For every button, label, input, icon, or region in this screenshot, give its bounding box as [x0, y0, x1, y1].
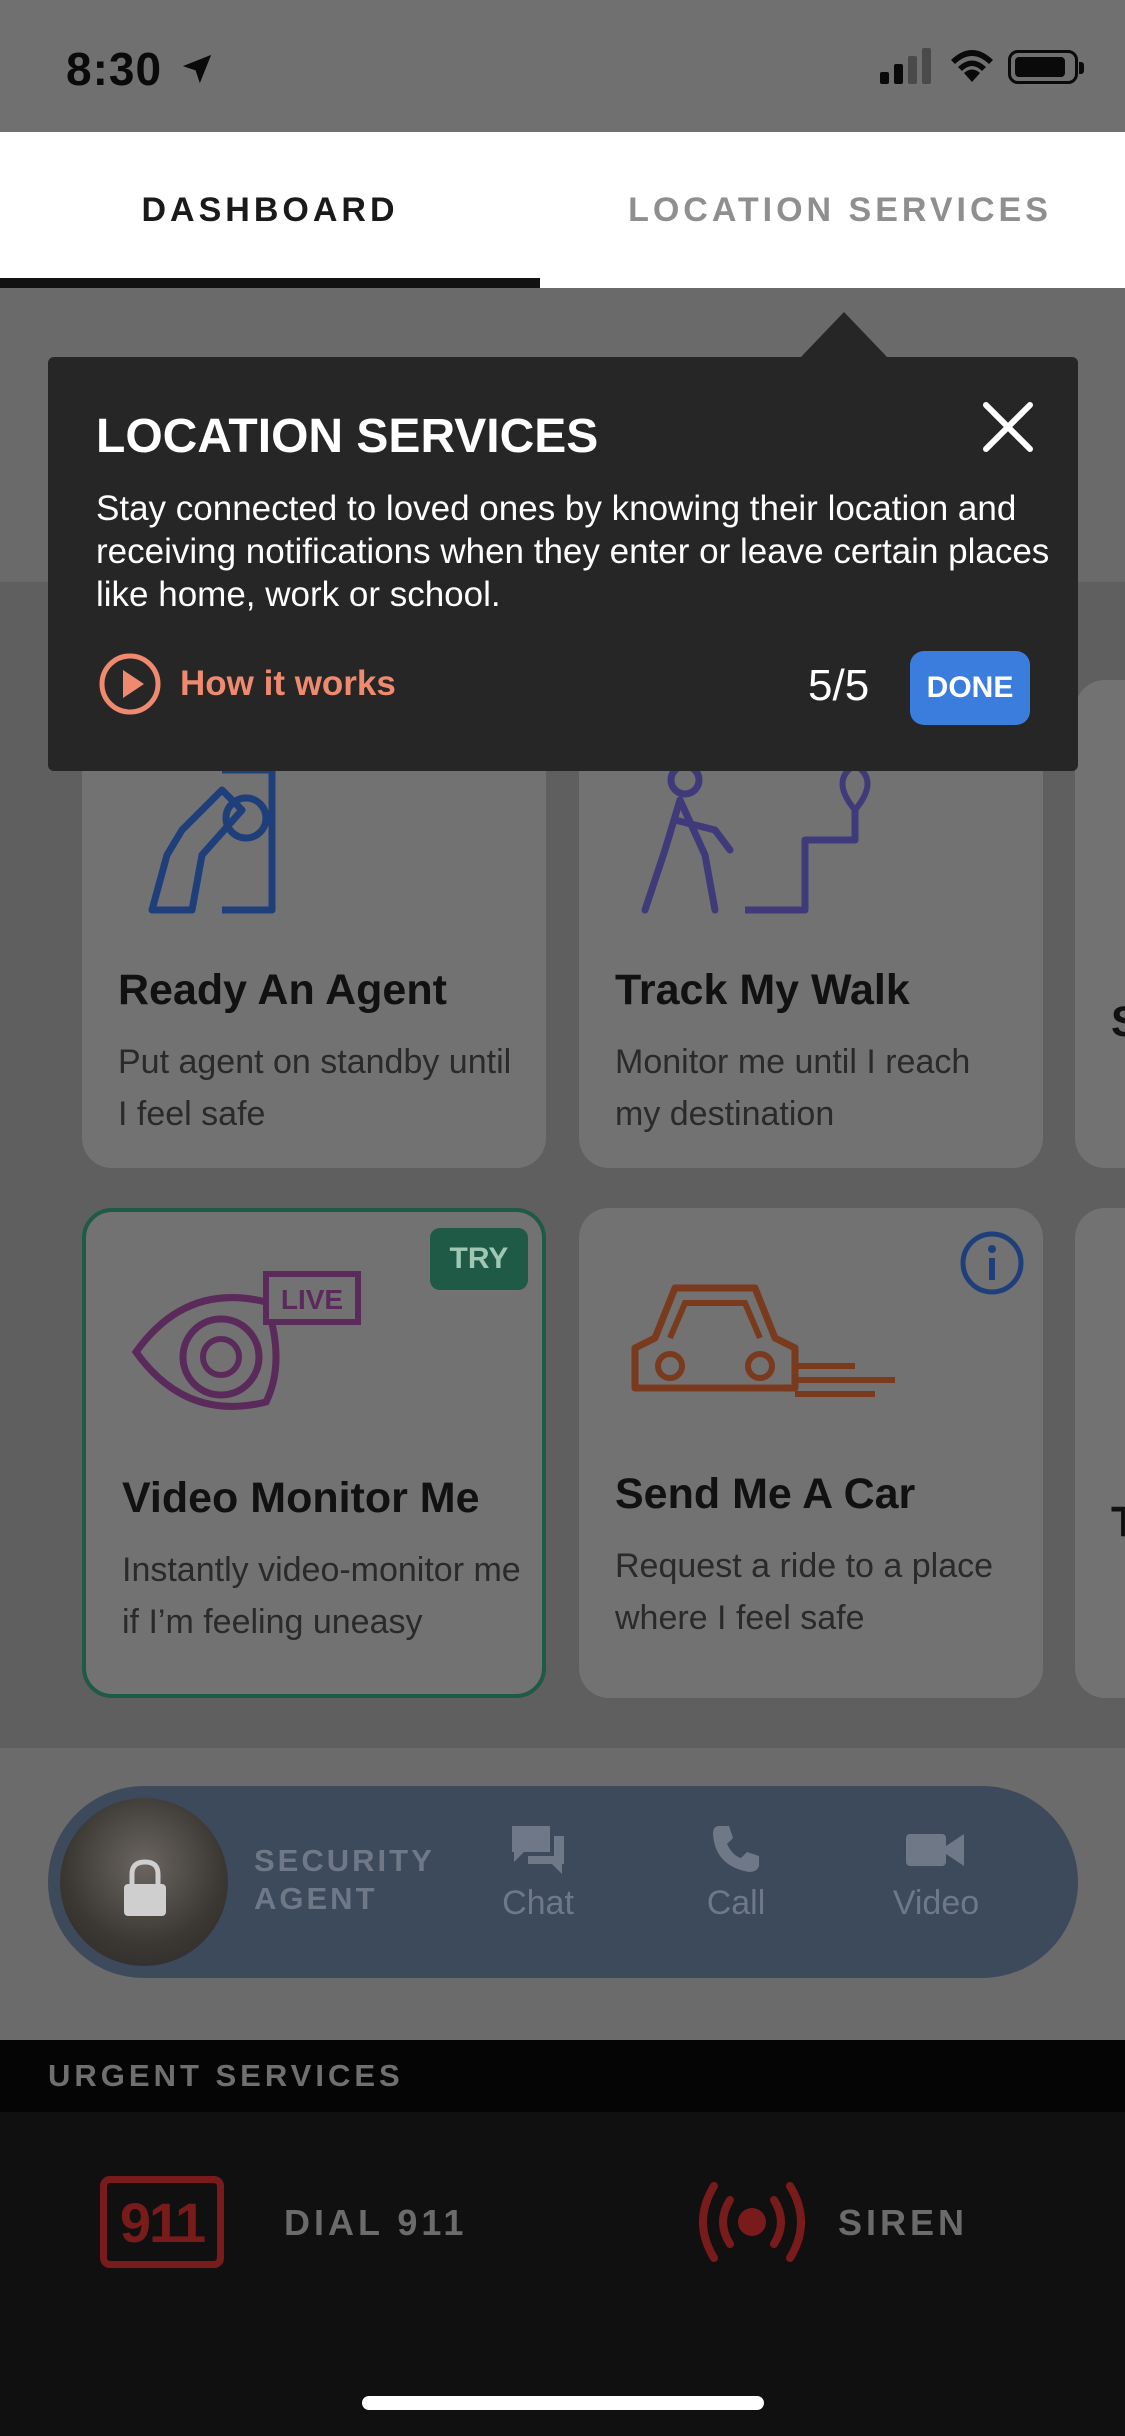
walking-route-icon [641, 761, 871, 914]
card-title: Send Me A Car [615, 1470, 916, 1518]
tooltip-pointer [800, 312, 888, 358]
urgent-services-header: URGENT SERVICES [0, 2040, 1125, 2112]
chat-label: Chat [502, 1884, 574, 1922]
urgent-services-title: URGENT SERVICES [48, 2058, 404, 2093]
tooltip-body: Stay connected to loved ones by knowing … [96, 489, 1050, 614]
location-services-tooltip: LOCATION SERVICES Stay connected to love… [48, 357, 1078, 771]
how-it-works-link[interactable]: How it works [98, 651, 396, 717]
card-partial-next[interactable]: S [1075, 680, 1125, 1168]
phone-icon [713, 1826, 759, 1872]
card-title: Video Monitor Me [122, 1474, 480, 1522]
agent-avatar [60, 1798, 228, 1966]
tab-dashboard[interactable]: DASHBOARD [0, 132, 540, 288]
how-it-works-label: How it works [180, 664, 396, 703]
wifi-icon [951, 50, 993, 82]
try-badge: TRY [430, 1228, 528, 1290]
call-label: Call [706, 1884, 766, 1922]
card-title-partial: S [1111, 998, 1125, 1047]
card-description: Put agent on standby until I feel safe [118, 1043, 512, 1133]
car-icon [631, 1284, 895, 1397]
tab-location-services[interactable]: LOCATION SERVICES [560, 132, 1120, 288]
cellular-signal-icon [880, 48, 931, 84]
card-partial-next[interactable]: T [1075, 1208, 1125, 1698]
agent-chat-button[interactable]: Chat [468, 1822, 608, 1923]
siren-button[interactable]: SIREN [838, 2202, 968, 2244]
done-button[interactable]: DONE [910, 651, 1030, 725]
card-title: Track My Walk [615, 966, 910, 1014]
security-agent-bar[interactable]: SECURITY AGENT Chat Call Video [48, 1786, 1078, 1978]
live-label: LIVE [281, 1284, 343, 1315]
agent-call-button[interactable]: Call [666, 1822, 806, 1923]
home-indicator[interactable] [362, 2396, 764, 2410]
card-send-me-a-car[interactable]: Send Me A Car Request a ride to a place … [579, 1208, 1043, 1698]
agent-label: SECURITY AGENT [254, 1843, 435, 1916]
video-camera-icon [906, 1834, 964, 1866]
close-icon[interactable] [980, 399, 1036, 455]
lock-icon [124, 1859, 166, 1916]
play-circle-icon [99, 653, 161, 715]
card-title: Ready An Agent [118, 966, 447, 1014]
agent-video-button[interactable]: Video [866, 1822, 1006, 1923]
live-eye-icon: LIVE [131, 1271, 361, 1410]
card-description: Request a ride to a place where I feel s… [615, 1547, 994, 1637]
tab-bar: DASHBOARD LOCATION SERVICES [0, 132, 1125, 288]
chat-icon [512, 1826, 564, 1874]
card-description: Monitor me until I reach my destination [615, 1043, 971, 1133]
card-title-partial: T [1111, 1498, 1125, 1546]
tooltip-title: LOCATION SERVICES [96, 410, 599, 463]
battery-icon [1008, 50, 1084, 84]
status-bar: 8:30 [0, 0, 1125, 132]
info-icon[interactable] [959, 1230, 1025, 1296]
dial-911-button[interactable]: DIAL 911 [284, 2202, 467, 2244]
video-label: Video [892, 1884, 980, 1922]
dial-911-icon[interactable]: 911 [100, 2176, 224, 2268]
active-tab-indicator [0, 278, 540, 288]
status-time: 8:30 [66, 43, 163, 95]
location-arrow-icon [182, 54, 212, 84]
card-description: Instantly video-monitor me if I’m feelin… [122, 1551, 521, 1641]
card-video-monitor-me[interactable]: TRY LIVE Video Monitor Me Instantly vide… [82, 1208, 546, 1698]
hand-phone-icon [148, 766, 276, 914]
urgent-services-panel [0, 2112, 1125, 2436]
siren-icon[interactable] [692, 2174, 812, 2270]
tooltip-step-counter: 5/5 [808, 661, 870, 710]
